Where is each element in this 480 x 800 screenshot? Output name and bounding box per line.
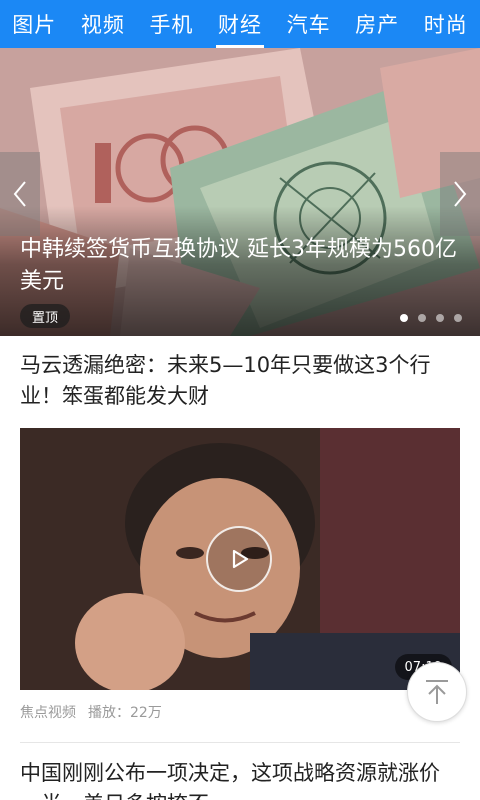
carousel-dot[interactable] <box>436 314 444 322</box>
category-tab-bar: 图片 视频 手机 财经 汽车 房产 时尚 <box>0 0 480 48</box>
carousel-dot[interactable] <box>418 314 426 322</box>
play-count: 播放：22万 <box>88 705 162 721</box>
source-label[interactable]: 焦点视频 <box>20 702 76 722</box>
carousel-next-button[interactable] <box>440 152 480 236</box>
carousel-indicator <box>400 314 462 322</box>
back-to-top-button[interactable] <box>407 662 467 722</box>
divider <box>20 742 460 743</box>
tab-pictures[interactable]: 图片 <box>0 0 69 48</box>
tab-phone[interactable]: 手机 <box>137 0 206 48</box>
play-button[interactable] <box>206 526 272 592</box>
chevron-left-icon <box>13 181 26 207</box>
tab-fashion[interactable]: 时尚 <box>411 0 480 48</box>
tab-video[interactable]: 视频 <box>69 0 138 48</box>
hero-carousel[interactable]: 中韩续签货币互换协议 延长3年规模为560亿美元 置顶 <box>0 48 480 336</box>
tab-realestate[interactable]: 房产 <box>343 0 412 48</box>
video-thumbnail[interactable]: 07:19 <box>20 428 460 690</box>
play-icon <box>232 549 249 569</box>
next-article-headline[interactable]: 中国刚刚公布一项决定，这项战略资源就涨价一半，美日多按捺不 <box>20 758 460 800</box>
hero-headline[interactable]: 中韩续签货币互换协议 延长3年规模为560亿美元 <box>20 234 465 298</box>
carousel-dot[interactable] <box>400 314 408 322</box>
tab-auto[interactable]: 汽车 <box>274 0 343 48</box>
chevron-right-icon <box>454 181 467 207</box>
article-headline[interactable]: 马云透漏绝密：未来5—10年只要做这3个行业！笨蛋都能发大财 <box>20 350 460 412</box>
article-meta: 焦点视频 播放：22万 <box>20 702 162 722</box>
carousel-prev-button[interactable] <box>0 152 40 236</box>
pinned-badge: 置顶 <box>20 304 70 328</box>
tab-finance[interactable]: 财经 <box>206 0 275 48</box>
arrow-up-icon <box>426 680 448 704</box>
carousel-dot[interactable] <box>454 314 462 322</box>
